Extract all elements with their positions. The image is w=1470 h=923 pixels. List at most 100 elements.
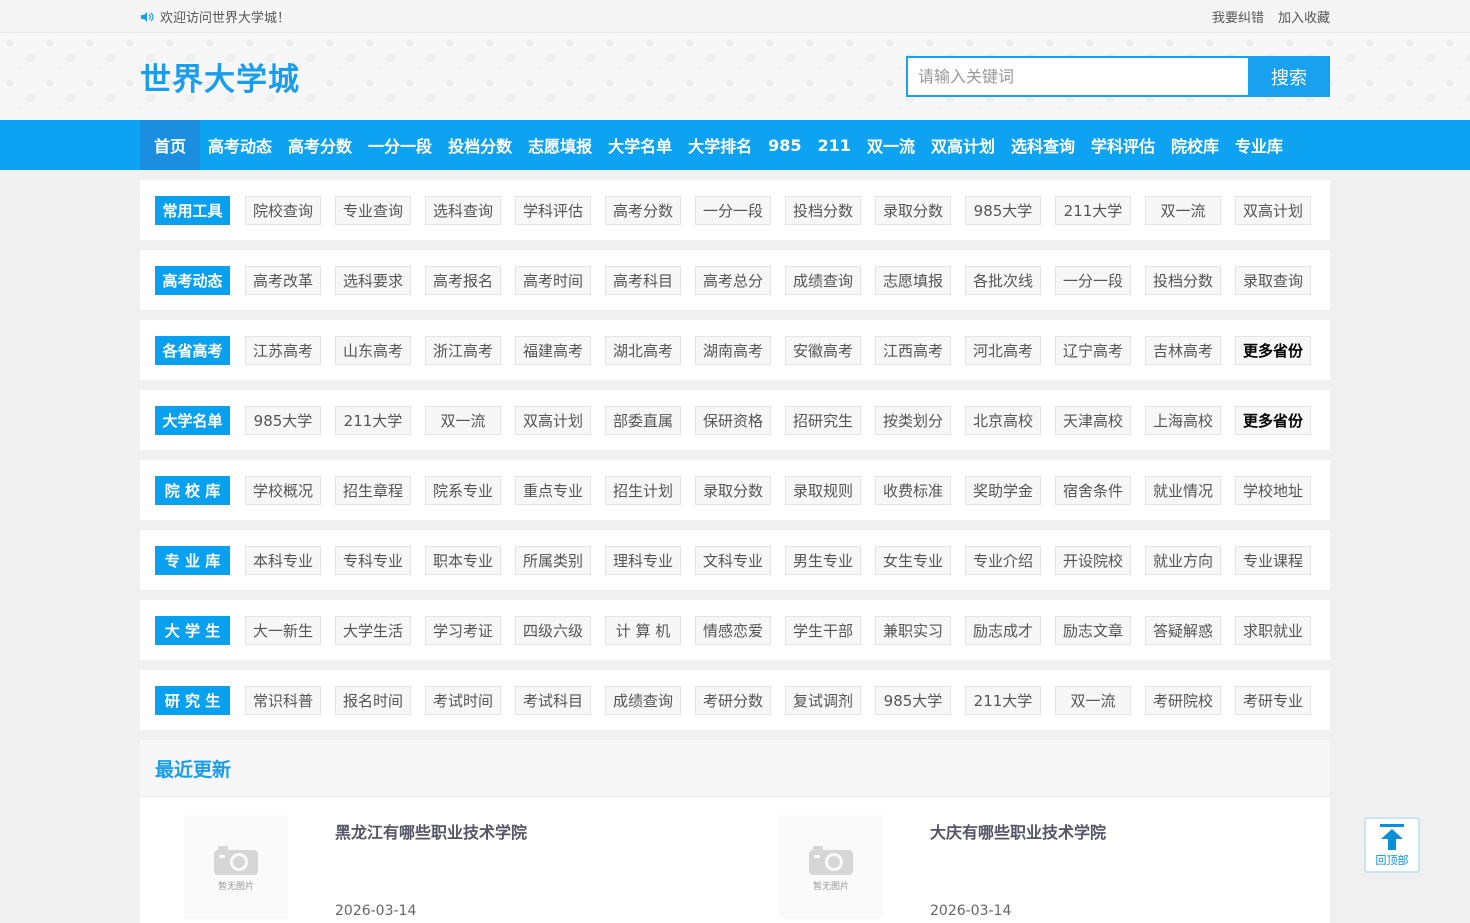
category-link[interactable]: 院系专业	[425, 475, 501, 505]
category-link[interactable]: 选科查询	[425, 195, 501, 225]
category-link[interactable]: 宿舍条件	[1055, 475, 1131, 505]
article-title[interactable]: 黑龙江有哪些职业技术学院	[335, 819, 527, 843]
category-link[interactable]: 上海高校	[1145, 405, 1221, 435]
nav-item[interactable]: 一分一段	[360, 120, 440, 170]
category-link[interactable]: 学校地址	[1235, 475, 1311, 505]
category-link[interactable]: 高考时间	[515, 265, 591, 295]
category-link[interactable]: 湖南高考	[695, 335, 771, 365]
article-thumbnail[interactable]: 暂无图片	[184, 815, 288, 919]
search-input[interactable]	[906, 56, 1248, 97]
category-link[interactable]: 学生干部	[785, 615, 861, 645]
category-link[interactable]: 211大学	[1055, 195, 1131, 225]
category-link[interactable]: 文科专业	[695, 545, 771, 575]
category-link[interactable]: 励志文章	[1055, 615, 1131, 645]
category-link[interactable]: 招生计划	[605, 475, 681, 505]
category-link[interactable]: 招生章程	[335, 475, 411, 505]
category-link[interactable]: 录取规则	[785, 475, 861, 505]
category-link[interactable]: 按类划分	[875, 405, 951, 435]
category-link[interactable]: 成绩查询	[605, 685, 681, 715]
category-link[interactable]: 本科专业	[245, 545, 321, 575]
category-link[interactable]: 兼职实习	[875, 615, 951, 645]
category-link[interactable]: 211大学	[335, 405, 411, 435]
category-link[interactable]: 高考科目	[605, 265, 681, 295]
category-link[interactable]: 志愿填报	[875, 265, 951, 295]
category-link[interactable]: 求职就业	[1235, 615, 1311, 645]
category-link[interactable]: 男生专业	[785, 545, 861, 575]
category-link[interactable]: 双一流	[1055, 685, 1131, 715]
category-link[interactable]: 就业情况	[1145, 475, 1221, 505]
category-link[interactable]: 计 算 机	[605, 615, 681, 645]
category-link[interactable]: 双一流	[1145, 195, 1221, 225]
category-link[interactable]: 理科专业	[605, 545, 681, 575]
category-link[interactable]: 职本专业	[425, 545, 501, 575]
nav-item[interactable]: 双高计划	[923, 120, 1003, 170]
category-link[interactable]: 福建高考	[515, 335, 591, 365]
nav-item[interactable]: 专业库	[1227, 120, 1291, 170]
search-button[interactable]: 搜索	[1248, 56, 1330, 97]
category-link[interactable]: 答疑解惑	[1145, 615, 1221, 645]
category-link[interactable]: 学习考证	[425, 615, 501, 645]
category-link[interactable]: 高考改革	[245, 265, 321, 295]
more-provinces-link[interactable]: 更多省份	[1235, 405, 1311, 435]
category-link[interactable]: 湖北高考	[605, 335, 681, 365]
report-error-link[interactable]: 我要纠错	[1212, 7, 1264, 26]
category-link[interactable]: 奖助学金	[965, 475, 1041, 505]
more-provinces-link[interactable]: 更多省份	[1235, 335, 1311, 365]
category-link[interactable]: 江西高考	[875, 335, 951, 365]
category-link[interactable]: 河北高考	[965, 335, 1041, 365]
category-link[interactable]: 考研分数	[695, 685, 771, 715]
category-link[interactable]: 各批次线	[965, 265, 1041, 295]
category-link[interactable]: 收费标准	[875, 475, 951, 505]
category-link[interactable]: 所属类别	[515, 545, 591, 575]
category-link[interactable]: 选科要求	[335, 265, 411, 295]
category-link[interactable]: 专科专业	[335, 545, 411, 575]
category-link[interactable]: 考试时间	[425, 685, 501, 715]
nav-item[interactable]: 学科评估	[1083, 120, 1163, 170]
category-link[interactable]: 专业查询	[335, 195, 411, 225]
nav-item[interactable]: 大学名单	[600, 120, 680, 170]
article-title[interactable]: 大庆有哪些职业技术学院	[930, 819, 1106, 843]
category-link[interactable]: 考研专业	[1235, 685, 1311, 715]
category-link[interactable]: 录取查询	[1235, 265, 1311, 295]
nav-item[interactable]: 投档分数	[440, 120, 520, 170]
nav-item[interactable]: 选科查询	[1003, 120, 1083, 170]
category-link[interactable]: 安徽高考	[785, 335, 861, 365]
category-link[interactable]: 高考报名	[425, 265, 501, 295]
category-link[interactable]: 开设院校	[1055, 545, 1131, 575]
nav-item[interactable]: 高考分数	[280, 120, 360, 170]
category-link[interactable]: 四级六级	[515, 615, 591, 645]
category-link[interactable]: 高考总分	[695, 265, 771, 295]
category-link[interactable]: 专业课程	[1235, 545, 1311, 575]
nav-item[interactable]: 院校库	[1163, 120, 1227, 170]
nav-item[interactable]: 高考动态	[200, 120, 280, 170]
site-logo[interactable]: 世界大学城	[140, 54, 300, 99]
category-link[interactable]: 考试科目	[515, 685, 591, 715]
category-link[interactable]: 女生专业	[875, 545, 951, 575]
category-link[interactable]: 成绩查询	[785, 265, 861, 295]
category-link[interactable]: 985大学	[965, 195, 1041, 225]
category-link[interactable]: 985大学	[245, 405, 321, 435]
category-link[interactable]: 211大学	[965, 685, 1041, 715]
category-link[interactable]: 天津高校	[1055, 405, 1131, 435]
category-link[interactable]: 就业方向	[1145, 545, 1221, 575]
category-link[interactable]: 一分一段	[695, 195, 771, 225]
category-link[interactable]: 部委直属	[605, 405, 681, 435]
category-link[interactable]: 吉林高考	[1145, 335, 1221, 365]
category-link[interactable]: 浙江高考	[425, 335, 501, 365]
category-link[interactable]: 一分一段	[1055, 265, 1131, 295]
category-link[interactable]: 报名时间	[335, 685, 411, 715]
nav-item[interactable]: 985	[760, 120, 809, 170]
category-link[interactable]: 专业介绍	[965, 545, 1041, 575]
category-link[interactable]: 双高计划	[515, 405, 591, 435]
category-link[interactable]: 学科评估	[515, 195, 591, 225]
category-link[interactable]: 复试调剂	[785, 685, 861, 715]
category-link[interactable]: 招研究生	[785, 405, 861, 435]
add-favorite-link[interactable]: 加入收藏	[1278, 7, 1330, 26]
category-link[interactable]: 学校概况	[245, 475, 321, 505]
nav-item[interactable]: 211	[810, 120, 859, 170]
category-link[interactable]: 辽宁高考	[1055, 335, 1131, 365]
nav-item[interactable]: 首页	[140, 120, 201, 170]
category-link[interactable]: 院校查询	[245, 195, 321, 225]
category-link[interactable]: 山东高考	[335, 335, 411, 365]
category-link[interactable]: 考研院校	[1145, 685, 1221, 715]
